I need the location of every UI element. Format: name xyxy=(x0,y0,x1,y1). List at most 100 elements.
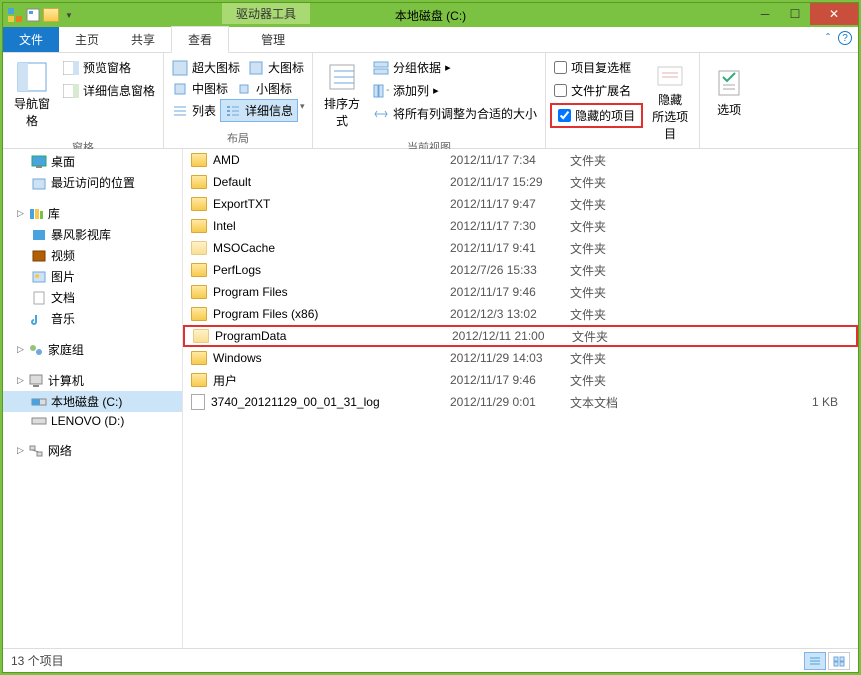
nav-storm[interactable]: 暴风影视库 xyxy=(3,224,182,245)
tab-share[interactable]: 共享 xyxy=(115,27,171,52)
file-name: Default xyxy=(213,175,251,189)
nav-computer[interactable]: ▷计算机 xyxy=(3,370,182,391)
file-ext-toggle[interactable]: 文件扩展名 xyxy=(550,80,643,101)
file-type: 文件夹 xyxy=(570,196,670,213)
file-row[interactable]: Default2012/11/17 15:29文件夹 xyxy=(183,171,858,193)
folder-icon[interactable] xyxy=(43,7,59,23)
file-row[interactable]: ProgramData 2012/12/11 21:00文件夹 xyxy=(183,325,858,347)
qat-dropdown-icon[interactable]: ▼ xyxy=(61,7,77,23)
file-row[interactable]: 3740_20121129_00_01_31_log2012/11/29 0:0… xyxy=(183,391,858,413)
nav-videos[interactable]: 视频 xyxy=(3,245,182,266)
xl-icons-button[interactable]: 超大图标 xyxy=(168,57,244,78)
add-columns-button[interactable]: +添加列 ▸ xyxy=(369,80,541,101)
hide-selected-button[interactable]: 隐藏 所选项目 xyxy=(645,57,695,146)
tab-view[interactable]: 查看 xyxy=(171,26,229,53)
nav-documents[interactable]: 文档 xyxy=(3,287,182,308)
properties-icon[interactable] xyxy=(25,7,41,23)
file-list-panel: AMD 2012/11/17 7:34 文件夹 Default2012/11/17 1… xyxy=(183,149,858,648)
file-name: Intel xyxy=(213,219,236,233)
file-type: 文件夹 xyxy=(572,328,672,345)
preview-pane-button[interactable]: 预览窗格 xyxy=(59,57,159,78)
large-icons-button[interactable]: 大图标 xyxy=(244,57,308,78)
file-date: 2012/11/17 9:46 xyxy=(450,373,570,387)
titlebar: ▼ 驱动器工具 本地磁盘 (C:) ─ ☐ ✕ xyxy=(3,3,858,27)
file-row[interactable]: MSOCache2012/11/17 9:41文件夹 xyxy=(183,237,858,259)
nav-network[interactable]: ▷网络 xyxy=(3,440,182,461)
options-button[interactable]: 选项 xyxy=(704,57,754,128)
file-row[interactable]: Program Files (x86)2012/12/3 13:02文件夹 xyxy=(183,303,858,325)
nav-pane-label: 导航窗格 xyxy=(9,95,55,129)
file-row[interactable]: 用户2012/11/17 9:46文件夹 xyxy=(183,369,858,391)
list-button[interactable]: 列表 xyxy=(168,99,220,122)
medium-icons-button[interactable]: 中图标 xyxy=(168,78,232,99)
nav-d-drive[interactable]: LENOVO (D:) xyxy=(3,412,182,430)
folder-icon xyxy=(191,197,207,211)
file-date: 2012/11/29 14:03 xyxy=(450,351,570,365)
ribbon-group-current-view: 排序方式 分组依据 ▸ +添加列 ▸ 将所有列调整为合适的大小 当前视图 xyxy=(313,53,546,148)
details-view-button[interactable]: 详细信息 xyxy=(220,99,298,122)
folder-icon xyxy=(193,329,209,343)
file-name: 3740_20121129_00_01_31_log xyxy=(211,395,380,409)
nav-homegroup[interactable]: ▷家庭组 xyxy=(3,339,182,360)
large-view-icon[interactable] xyxy=(828,652,850,670)
nav-c-drive[interactable]: 本地磁盘 (C:) xyxy=(3,391,182,412)
folder-icon xyxy=(191,373,207,387)
nav-music[interactable]: 音乐 xyxy=(3,308,182,329)
file-date: 2012/11/17 7:30 xyxy=(450,219,570,233)
ribbon-group-show-hide: 项目复选框 文件扩展名 隐藏的项目 隐藏 所选项目 显示/隐藏 xyxy=(546,53,700,148)
details-view-icon[interactable] xyxy=(804,652,826,670)
file-list[interactable]: AMD 2012/11/17 7:34 文件夹 Default2012/11/17 1… xyxy=(183,149,858,648)
file-name: Program Files xyxy=(213,285,288,299)
nav-recent[interactable]: 最近访问的位置 xyxy=(3,172,182,193)
file-type: 文件夹 xyxy=(570,350,670,367)
item-count: 13 个项目 xyxy=(11,652,64,669)
file-date: 2012/11/17 7:34 xyxy=(450,153,570,167)
file-name: AMD xyxy=(213,153,240,167)
file-date: 2012/12/11 21:00 xyxy=(452,329,572,343)
file-row[interactable]: ExportTXT2012/11/17 9:47文件夹 xyxy=(183,193,858,215)
close-button[interactable]: ✕ xyxy=(810,3,858,25)
nav-pictures[interactable]: 图片 xyxy=(3,266,182,287)
sort-button[interactable]: 排序方式 xyxy=(317,57,367,133)
file-icon xyxy=(191,394,205,410)
minimize-button[interactable]: ─ xyxy=(750,3,780,25)
folder-icon xyxy=(191,175,207,189)
folder-icon xyxy=(191,219,207,233)
file-name: PerfLogs xyxy=(213,263,261,277)
file-row[interactable]: PerfLogs 2012/7/26 15:33文件夹 xyxy=(183,259,858,281)
tab-file[interactable]: 文件 xyxy=(3,27,59,52)
file-date: 2012/11/17 9:41 xyxy=(450,241,570,255)
group-by-button[interactable]: 分组依据 ▸ xyxy=(369,57,541,78)
file-name: ProgramData xyxy=(215,329,286,343)
tab-home[interactable]: 主页 xyxy=(59,27,115,52)
explorer-window: ▼ 驱动器工具 本地磁盘 (C:) ─ ☐ ✕ 文件 主页 共享 查看 管理 ˆ… xyxy=(2,2,859,673)
file-type: 文件夹 xyxy=(570,262,670,279)
window-controls: ─ ☐ ✕ xyxy=(750,3,858,25)
nav-desktop[interactable]: 桌面 xyxy=(3,151,182,172)
file-type: 文件夹 xyxy=(570,372,670,389)
file-row[interactable]: AMD2012/11/17 7:34文件夹 xyxy=(183,149,858,171)
item-checkbox-toggle[interactable]: 项目复选框 xyxy=(550,57,643,78)
maximize-button[interactable]: ☐ xyxy=(780,3,810,25)
contextual-tab-label: 驱动器工具 xyxy=(222,3,310,24)
folder-icon xyxy=(191,307,207,321)
file-type: 文件夹 xyxy=(570,218,670,235)
tab-manage[interactable]: 管理 xyxy=(245,27,301,52)
nav-pane-button[interactable]: 导航窗格 xyxy=(7,57,57,133)
file-type: 文件夹 xyxy=(570,284,670,301)
file-row[interactable]: Intel 2012/11/17 7:30文件夹 xyxy=(183,215,858,237)
help-icon[interactable]: ? xyxy=(838,31,852,45)
size-columns-button[interactable]: 将所有列调整为合适的大小 xyxy=(369,103,541,124)
file-type: 文本文档 xyxy=(570,394,670,411)
file-date: 2012/7/26 15:33 xyxy=(450,263,570,277)
file-date: 2012/11/17 9:46 xyxy=(450,285,570,299)
file-row[interactable]: Windows2012/11/29 14:03文件夹 xyxy=(183,347,858,369)
file-name: ExportTXT xyxy=(213,197,270,211)
nav-pane[interactable]: 桌面 最近访问的位置 ▷库 暴风影视库 视频 图片 文档 音乐 ▷家庭组 ▷计算… xyxy=(3,149,183,648)
hidden-items-toggle[interactable]: 隐藏的项目 xyxy=(554,105,639,126)
small-icons-button[interactable]: 小图标 xyxy=(232,78,296,99)
nav-libraries[interactable]: ▷库 xyxy=(3,203,182,224)
file-row[interactable]: Program Files 2012/11/17 9:46文件夹 xyxy=(183,281,858,303)
minimize-ribbon-icon[interactable]: ˆ xyxy=(826,31,830,45)
details-pane-button[interactable]: 详细信息窗格 xyxy=(59,80,159,101)
